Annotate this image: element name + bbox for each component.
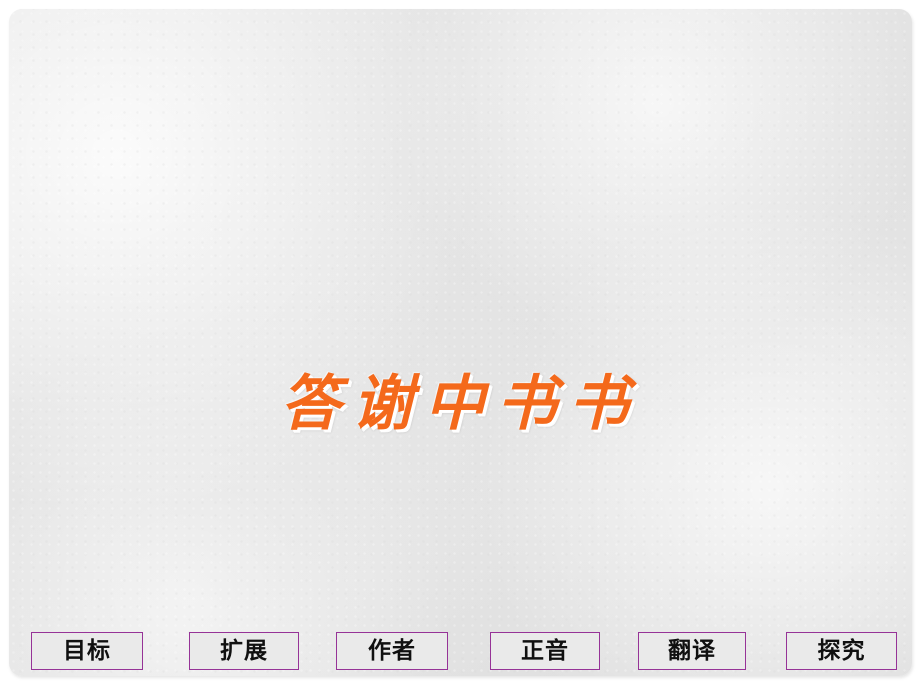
nav-button-goals[interactable]: 目标 [31,632,143,670]
nav-button-translation-label: 翻译 [668,637,716,664]
nav-button-author[interactable]: 作者 [336,632,448,670]
nav-button-translation[interactable]: 翻译 [638,632,746,670]
nav-button-expand-label: 扩展 [220,637,268,664]
slide-title: 答谢中书书 [280,369,641,439]
nav-button-author-label: 作者 [368,637,416,664]
slide-canvas: 答谢中书书 目标 扩展 作者 正音 翻译 探究 [9,9,912,676]
slide-background-texture [9,9,912,676]
nav-button-goals-label: 目标 [63,637,111,664]
nav-button-pronunciation-label: 正音 [521,637,569,664]
nav-button-inquiry-label: 探究 [817,637,866,664]
title-block: 答谢中书书 [9,369,912,439]
navigation-button-bar: 目标 扩展 作者 正音 翻译 探究 [9,632,912,672]
nav-button-expand[interactable]: 扩展 [189,632,299,670]
nav-button-pronunciation[interactable]: 正音 [490,632,600,670]
nav-button-inquiry[interactable]: 探究 [786,632,897,670]
presentation-slide: 答谢中书书 目标 扩展 作者 正音 翻译 探究 [0,0,920,690]
